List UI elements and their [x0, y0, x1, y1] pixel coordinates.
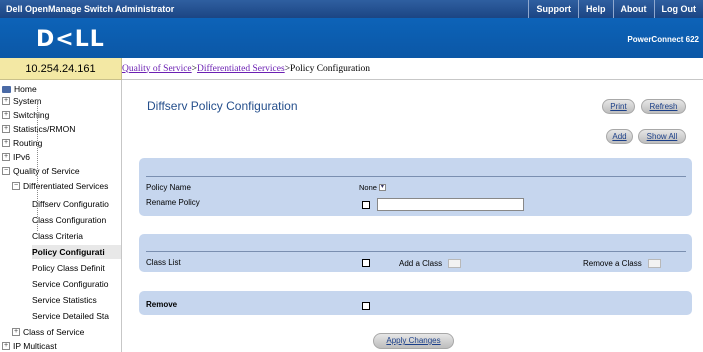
nav-label: Class of Service	[23, 327, 85, 337]
nav-label: IP Multicast	[13, 341, 57, 351]
breadcrumb-link-diffserv[interactable]: Differentiated Services	[197, 64, 285, 74]
logout-link[interactable]: Log Out	[653, 0, 703, 18]
expand-icon[interactable]: +	[2, 342, 10, 350]
app-window: Dell OpenManage Switch Administrator Sup…	[0, 0, 703, 352]
nav-label: Statistics/RMON	[13, 124, 76, 134]
nav-item-system[interactable]: + System	[2, 94, 41, 108]
breadcrumb: Quality of Service > Differentiated Serv…	[122, 58, 703, 80]
nav-sub-service-detailed[interactable]: Service Detailed Sta	[32, 309, 121, 323]
expand-icon[interactable]: +	[2, 125, 10, 133]
home-icon	[2, 85, 11, 93]
policy-name-select[interactable]: None ▾	[359, 182, 386, 192]
add-class-select[interactable]: Add a Class	[399, 258, 462, 268]
apply-changes-button[interactable]: Apply Changes	[373, 333, 454, 349]
product-name: PowerConnect 622	[627, 35, 699, 44]
expand-icon[interactable]: +	[2, 111, 10, 119]
nav-label: IPv6	[13, 152, 31, 162]
rename-policy-label: Rename Policy	[146, 198, 200, 207]
nav-label: Differentiated Services	[23, 181, 109, 191]
banner: D<LL PowerConnect 622	[0, 18, 703, 58]
chevron-down-icon: ▾	[378, 183, 386, 191]
nav-sub-service-config[interactable]: Service Configuratio	[32, 277, 121, 291]
class-list-label: Class List	[146, 258, 181, 267]
support-link[interactable]: Support	[528, 0, 578, 18]
expand-icon[interactable]: +	[12, 328, 20, 336]
collapse-icon[interactable]: −	[12, 182, 20, 190]
remove-class-select[interactable]: Remove a Class	[583, 258, 661, 268]
refresh-button[interactable]: Refresh	[641, 99, 686, 114]
nav-sub-policy-config[interactable]: Policy Configurati	[32, 245, 121, 259]
dell-logo: D<LL	[36, 27, 105, 52]
show-all-button[interactable]: Show All	[638, 129, 686, 144]
remove-checkbox[interactable]	[362, 302, 370, 310]
expand-icon[interactable]: +	[2, 97, 10, 105]
nav-sub-class-criteria[interactable]: Class Criteria	[32, 229, 121, 243]
sidebar-nav: Home + System + Switching + Statistics/R…	[0, 80, 122, 352]
nav-label: Switching	[13, 110, 50, 120]
nav-item-cos[interactable]: + Class of Service	[12, 325, 84, 339]
policy-name-value: None	[359, 182, 377, 192]
nav-item-qos[interactable]: − Quality of Service	[2, 164, 80, 178]
breadcrumb-link-qos[interactable]: Quality of Service	[122, 64, 192, 74]
breadcrumb-current: Policy Configuration	[290, 63, 370, 74]
page-title: Diffserv Policy Configuration	[147, 99, 298, 113]
remove-class-dropdown[interactable]	[647, 258, 661, 268]
expand-icon[interactable]: +	[2, 153, 10, 161]
remove-panel	[139, 291, 692, 315]
nav-sub-class-config[interactable]: Class Configuration	[32, 213, 121, 227]
expand-icon[interactable]: +	[2, 139, 10, 147]
rename-policy-checkbox[interactable]	[362, 201, 370, 209]
app-title: Dell OpenManage Switch Administrator	[6, 4, 175, 14]
add-class-label: Add a Class	[399, 258, 443, 268]
help-link[interactable]: Help	[577, 0, 613, 18]
print-button[interactable]: Print	[602, 99, 635, 114]
nav-item-ipv6[interactable]: + IPv6	[2, 150, 30, 164]
nav-sub-service-stats[interactable]: Service Statistics	[32, 293, 121, 307]
add-button[interactable]: Add	[606, 129, 633, 144]
tree-line	[37, 100, 38, 231]
collapse-icon[interactable]: −	[2, 167, 10, 175]
rename-policy-input[interactable]	[377, 198, 524, 211]
nav-item-diffserv[interactable]: − Differentiated Services	[12, 179, 108, 193]
top-links: Support Help About Log Out	[528, 0, 703, 18]
nav-sub-diffserv-config[interactable]: Diffserv Configuratio	[32, 197, 121, 211]
top-bar: Dell OpenManage Switch Administrator Sup…	[0, 0, 703, 18]
divider	[146, 251, 686, 252]
policy-name-label: Policy Name	[146, 183, 191, 192]
about-link[interactable]: About	[612, 0, 654, 18]
nav-item-switching[interactable]: + Switching	[2, 108, 49, 122]
nav-label: Quality of Service	[13, 166, 80, 176]
class-list-checkbox[interactable]	[362, 259, 370, 267]
remove-class-label: Remove a Class	[583, 258, 642, 268]
nav-item-statistics[interactable]: + Statistics/RMON	[2, 122, 75, 136]
divider	[146, 176, 686, 177]
remove-label: Remove	[146, 300, 178, 309]
nav-item-ip-multicast[interactable]: + IP Multicast	[2, 339, 57, 352]
nav-sub-policy-class-def[interactable]: Policy Class Definit	[32, 261, 121, 275]
ip-address: 10.254.24.161	[0, 58, 122, 80]
add-class-dropdown[interactable]	[448, 258, 462, 268]
